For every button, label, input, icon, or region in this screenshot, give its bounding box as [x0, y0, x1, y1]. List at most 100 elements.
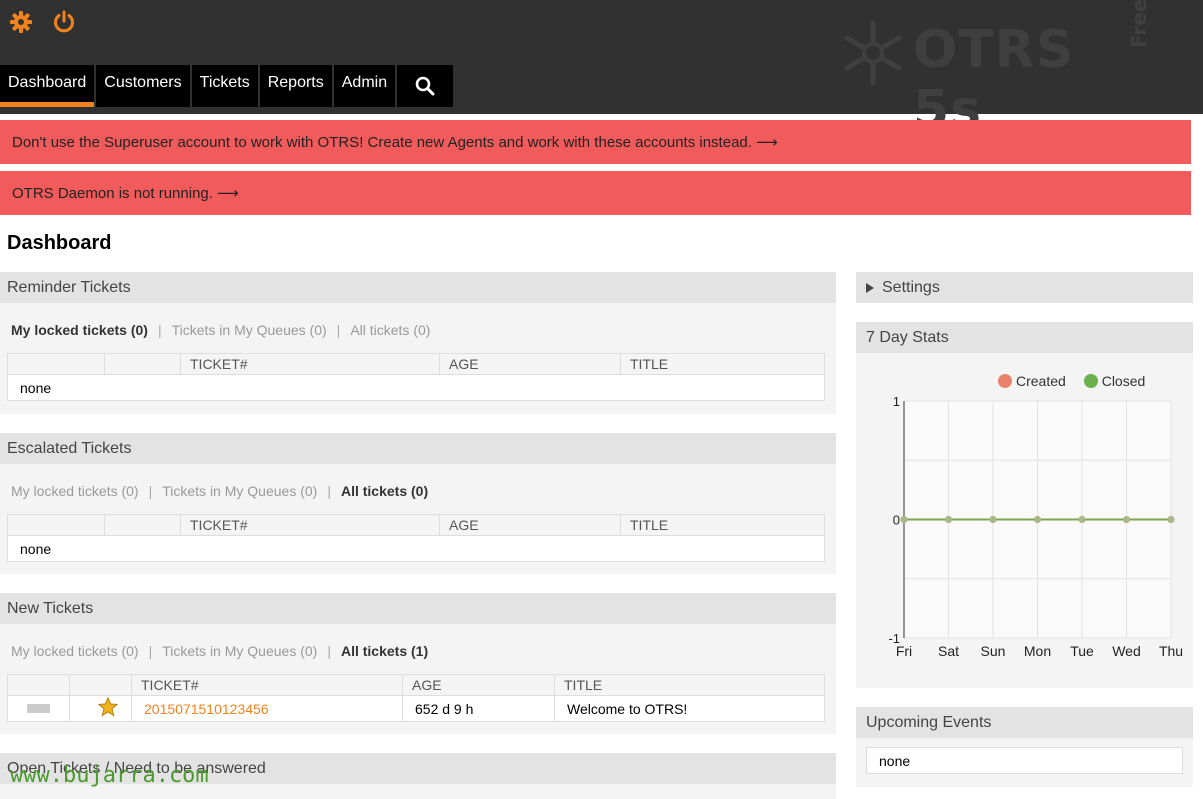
separator: |	[148, 483, 153, 499]
flag-cell	[69, 695, 132, 722]
data-point-closed	[1167, 516, 1175, 523]
column-header-age[interactable]: AGE	[439, 353, 621, 375]
column-header-ticket[interactable]: TICKET#	[180, 514, 440, 536]
column-header-title[interactable]: TITLE	[554, 674, 825, 696]
separator: |	[157, 322, 162, 338]
x-tick-label: Mon	[1024, 643, 1051, 659]
settings-widget: Settings	[856, 272, 1193, 303]
filter-my-queues[interactable]: Tickets in My Queues (0)	[172, 322, 327, 338]
star-icon[interactable]	[97, 696, 119, 717]
new-tickets-filters: My locked tickets (0) | Tickets in My Queu…	[11, 643, 428, 659]
empty-cell: none	[7, 374, 825, 401]
table-row: none	[7, 374, 825, 401]
data-point-closed	[1034, 516, 1041, 523]
filter-my-queues[interactable]: Tickets in My Queues (0)	[162, 643, 317, 659]
logo-badge: Free	[1127, 0, 1151, 48]
widget-title: 7 Day Stats	[856, 322, 1193, 353]
data-point-closed	[1123, 516, 1130, 523]
column-header[interactable]	[69, 674, 132, 696]
empty-cell: none	[7, 535, 825, 562]
new-tickets-widget: New Tickets My locked tickets (0) | Ticket…	[0, 593, 836, 734]
page-title: Dashboard	[7, 232, 112, 254]
x-tick-label: Fri	[896, 643, 912, 659]
widget-title: New Tickets	[0, 593, 836, 624]
superuser-warning[interactable]: Don't use the Superuser account to work …	[0, 120, 1191, 164]
ticket-title-cell: Welcome to OTRS!	[554, 695, 825, 722]
column-header-age[interactable]: AGE	[402, 674, 555, 696]
table-header-row: TICKET# AGE TITLE	[7, 674, 825, 696]
reminder-filters: My locked tickets (0) | Tickets in My Queu…	[11, 322, 430, 338]
column-header-title[interactable]: TITLE	[620, 514, 825, 536]
filter-my-locked[interactable]: My locked tickets (0)	[11, 643, 139, 659]
search-button[interactable]	[397, 65, 454, 107]
table-row[interactable]: 2015071510123456 652 d 9 h Welcome to OT…	[7, 695, 825, 722]
filter-all-tickets[interactable]: All tickets (0)	[341, 483, 428, 499]
power-icon[interactable]	[52, 10, 76, 34]
new-tickets-table: TICKET# AGE TITLE 2015071510123456 652 d…	[7, 674, 825, 722]
column-header[interactable]	[7, 514, 105, 536]
upcoming-events-widget: Upcoming Events none	[856, 707, 1193, 787]
stats-widget: 7 Day Stats Created Closed 1 0 -1 Fri Sat Sun…	[856, 322, 1193, 688]
reminder-tickets-widget: Reminder Tickets My locked tickets (0) | T…	[0, 272, 836, 414]
escalated-tickets-widget: Escalated Tickets My locked tickets (0) |…	[0, 433, 836, 574]
filter-all-tickets[interactable]: All tickets (1)	[341, 643, 428, 659]
otrs-star-icon	[844, 20, 902, 86]
table-header-row: TICKET# AGE TITLE	[7, 514, 825, 536]
column-header-age[interactable]: AGE	[439, 514, 621, 536]
x-tick-label: Wed	[1112, 643, 1141, 659]
column-header[interactable]	[104, 353, 181, 375]
events-empty: none	[866, 747, 1183, 774]
separator: |	[336, 322, 341, 338]
column-header[interactable]	[7, 353, 105, 375]
x-tick-label: Thu	[1159, 643, 1183, 659]
y-tick-label: 0	[893, 513, 900, 528]
stats-chart: 10-1Fri Sat Sun Mon Tue Wed Thu	[888, 394, 1183, 659]
otrs-logo: OTRS 5s Free	[838, 0, 1158, 140]
header-bar: OTRS 5s Free Dashboard Customers Tickets…	[0, 0, 1203, 140]
priority-indicator	[27, 704, 50, 713]
separator: |	[148, 643, 153, 659]
search-icon	[415, 76, 435, 96]
filter-my-locked[interactable]: My locked tickets (0)	[11, 483, 139, 499]
nav-item-reports[interactable]: Reports	[259, 65, 332, 107]
separator: |	[327, 643, 331, 659]
settings-toggle[interactable]: Settings	[856, 272, 1193, 303]
filter-my-locked[interactable]: My locked tickets (0)	[11, 322, 148, 338]
column-header[interactable]	[7, 674, 70, 696]
nav-item-dashboard[interactable]: Dashboard	[0, 65, 95, 107]
nav-item-admin[interactable]: Admin	[333, 65, 396, 107]
separator: |	[327, 483, 331, 499]
data-point-closed	[900, 516, 908, 523]
data-point-closed	[945, 516, 952, 523]
caret-right-icon	[866, 283, 874, 293]
daemon-warning[interactable]: OTRS Daemon is not running. ⟶	[0, 171, 1191, 215]
watermark: www.bujarra.com	[10, 763, 209, 788]
column-header-title[interactable]: TITLE	[620, 353, 825, 375]
x-tick-label: Tue	[1070, 643, 1094, 659]
settings-label: Settings	[882, 279, 940, 296]
escalated-table: TICKET# AGE TITLE none	[7, 514, 825, 562]
ticket-age-cell: 652 d 9 h	[402, 695, 555, 722]
filter-all-tickets[interactable]: All tickets (0)	[350, 322, 430, 338]
column-header[interactable]	[104, 514, 181, 536]
gear-icon[interactable]	[9, 10, 33, 34]
table-header-row: TICKET# AGE TITLE	[7, 353, 825, 375]
x-tick-label: Sun	[981, 643, 1006, 659]
priority-cell	[7, 695, 70, 722]
nav-item-tickets[interactable]: Tickets	[191, 65, 258, 107]
filter-my-queues[interactable]: Tickets in My Queues (0)	[162, 483, 317, 499]
widget-title: Reminder Tickets	[0, 272, 836, 303]
main-nav: Dashboard Customers Tickets Reports Admi…	[0, 65, 455, 107]
data-point-closed	[1078, 516, 1086, 523]
column-header-ticket[interactable]: TICKET#	[180, 353, 440, 375]
widget-title: Upcoming Events	[856, 707, 1193, 738]
escalated-filters: My locked tickets (0) | Tickets in My Queu…	[11, 483, 428, 499]
widget-title: Escalated Tickets	[0, 433, 836, 464]
column-header-ticket[interactable]: TICKET#	[131, 674, 403, 696]
nav-item-customers[interactable]: Customers	[96, 65, 190, 107]
ticket-number-cell: 2015071510123456	[131, 695, 403, 722]
ticket-number-link[interactable]: 2015071510123456	[144, 701, 269, 717]
table-row: none	[7, 535, 825, 562]
reminder-table: TICKET# AGE TITLE none	[7, 353, 825, 401]
x-tick-label: Sat	[938, 643, 959, 659]
